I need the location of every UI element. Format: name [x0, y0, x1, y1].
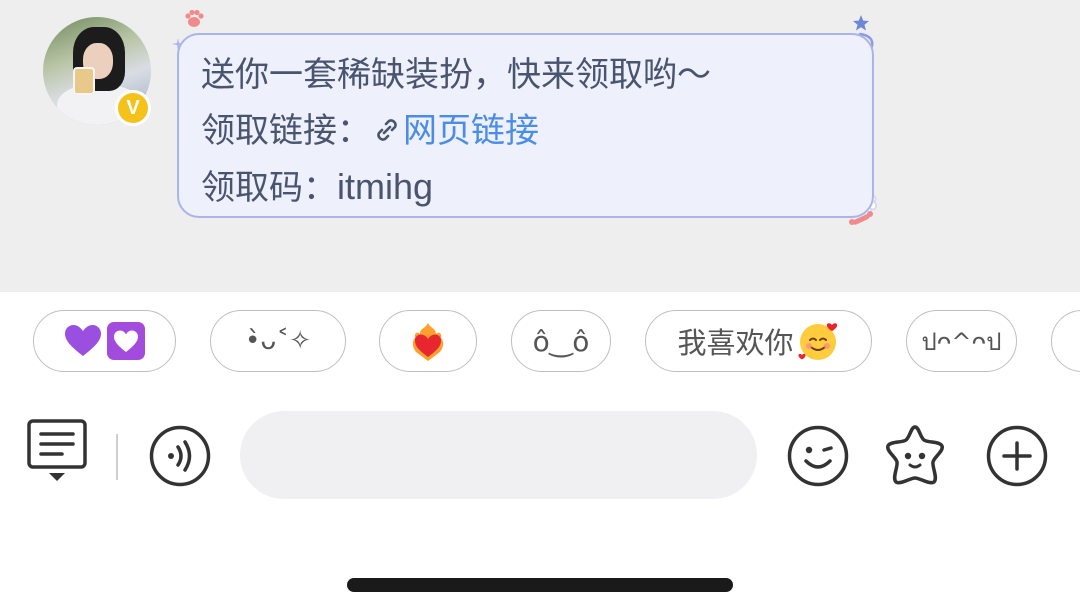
- kaomoji-face-text: ô‿ô: [532, 324, 590, 358]
- quick-reply-kaomoji-happy[interactable]: ปᴖ^ᴖป: [906, 310, 1017, 372]
- voice-icon: [149, 425, 211, 487]
- link-label: 领取链接：: [201, 111, 371, 151]
- more-button[interactable]: [986, 425, 1048, 487]
- message-line-1: 送你一套稀缺装扮，快来领取哟～: [201, 55, 711, 95]
- i-like-you-text: 我喜欢你: [677, 326, 794, 360]
- paw-icon: [185, 9, 204, 27]
- redeem-code[interactable]: itmihg: [337, 166, 433, 207]
- quick-reply-more[interactable]: [1051, 310, 1080, 372]
- web-link[interactable]: 网页链接: [403, 111, 539, 151]
- home-indicator[interactable]: [347, 578, 733, 592]
- message-line-2: 领取链接： 网页链接: [201, 103, 872, 159]
- smile-icon: [787, 425, 849, 487]
- voice-button[interactable]: [149, 425, 211, 487]
- smiling-face-with-hearts-icon: [797, 323, 837, 360]
- message-bubble[interactable]: 送你一套稀缺装扮，快来领取哟～ 领取链接： 网页链接 领取码：itmihg: [177, 33, 874, 218]
- kaomoji-happy-text: ปᴖ^ᴖป: [921, 327, 1002, 356]
- quick-reply-kaomoji-sparkle[interactable]: •̀ᴗ˂✧: [210, 310, 346, 372]
- sticker-button[interactable]: [882, 423, 948, 489]
- plus-circle-icon: [986, 425, 1048, 487]
- verified-badge: V: [115, 90, 151, 126]
- quick-reply-kaomoji-face[interactable]: ô‿ô: [511, 310, 611, 372]
- quick-reply-i-like-you[interactable]: 我喜欢你: [645, 310, 872, 372]
- chat-area: V 送你一套稀缺装扮，快来领取哟～ 领取链接： 网页链接 领取码：itmihg: [0, 0, 1080, 292]
- message-line-3: 领取码：itmihg: [201, 159, 872, 216]
- message-list-icon: [27, 419, 87, 481]
- heart-on-fire-icon: [412, 323, 444, 361]
- purple-heart-icon: [64, 325, 101, 356]
- message-input[interactable]: [240, 411, 757, 499]
- star-face-icon: [886, 425, 944, 485]
- quick-reply-bar: •̀ᴗ˂✧ ô‿ô 我喜欢你 ปᴖ^ᴖป: [0, 292, 1080, 390]
- heart-box-icon: [106, 322, 145, 360]
- kaomoji-sparkle-text: •̀ᴗ˂✧: [244, 326, 312, 356]
- quick-reply-purple-hearts[interactable]: [33, 310, 176, 372]
- toolbar-divider: [116, 434, 118, 480]
- code-label: 领取码：: [201, 168, 337, 208]
- message-list-button[interactable]: [26, 418, 88, 484]
- emoji-button[interactable]: [787, 425, 849, 487]
- quick-reply-fire-heart[interactable]: [379, 310, 477, 372]
- link-icon[interactable]: [371, 114, 403, 146]
